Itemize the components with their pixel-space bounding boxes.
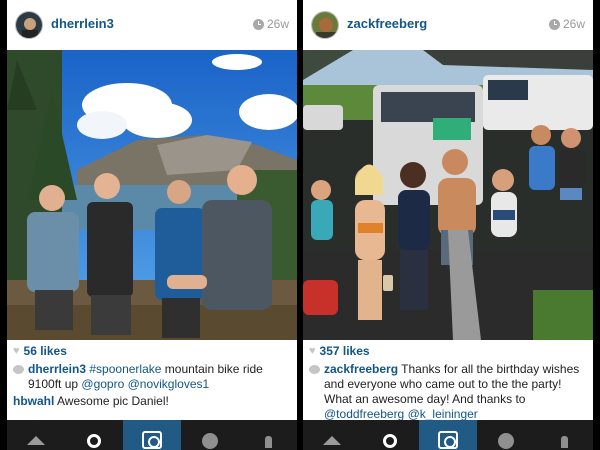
comment-text: Awesome pic Daniel!	[54, 394, 169, 408]
post-username[interactable]: dherrlein3	[51, 16, 114, 31]
caption-row: dherrlein3 #spoonerlake mountain bike ri…	[13, 362, 291, 392]
post-timestamp: 26w	[548, 17, 585, 31]
caption-mention[interactable]: @toddfreeberg	[324, 407, 404, 421]
caption-text: zackfreeberg Thanks for all the birthday…	[324, 362, 587, 422]
post-header: zackfreeberg 26w	[303, 0, 593, 50]
tab-search[interactable]	[361, 420, 419, 450]
bottom-tab-bar	[303, 420, 593, 450]
likes-row[interactable]: ♥ 56 likes	[13, 344, 291, 359]
home-icon	[27, 435, 45, 445]
post-header: dherrlein3 26w	[7, 0, 297, 50]
likes-count: 357 likes	[319, 344, 370, 358]
post-photo[interactable]	[303, 50, 593, 340]
camera-icon	[438, 431, 458, 449]
tab-profile[interactable]	[535, 420, 593, 450]
profile-icon	[264, 436, 272, 448]
activity-icon	[202, 433, 218, 449]
tab-camera[interactable]	[419, 420, 477, 450]
caption-row: zackfreeberg Thanks for all the birthday…	[309, 362, 587, 422]
post-time: 26w	[562, 17, 585, 31]
comment-bubble-icon	[13, 365, 24, 374]
comment: hbwahl Awesome pic Daniel!	[13, 394, 291, 409]
caption-hashtag[interactable]: #spoonerlake	[89, 362, 161, 376]
caption-text: dherrlein3 #spoonerlake mountain bike ri…	[28, 362, 291, 392]
caption-author[interactable]: zackfreeberg	[324, 362, 398, 376]
heart-icon: ♥	[309, 345, 316, 357]
tab-profile[interactable]	[239, 420, 297, 450]
likes-count: 56 likes	[23, 344, 67, 358]
post-username[interactable]: zackfreeberg	[347, 16, 427, 31]
post-timestamp: 26w	[252, 17, 289, 31]
home-icon	[323, 435, 341, 445]
post-photo[interactable]	[7, 50, 297, 340]
clock-icon	[252, 18, 264, 30]
activity-icon	[498, 433, 514, 449]
search-icon	[87, 434, 101, 448]
tab-activity[interactable]	[477, 420, 535, 450]
caption-mention[interactable]: @gopro	[81, 377, 124, 391]
post-caption-area: ♥ 56 likes dherrlein3 #spoonerlake mount…	[7, 340, 297, 420]
caption-mention[interactable]: @novikgloves1	[128, 377, 210, 391]
avatar[interactable]	[311, 11, 339, 39]
tab-search[interactable]	[65, 420, 123, 450]
camera-icon	[142, 431, 162, 449]
tab-home[interactable]	[303, 420, 361, 450]
clock-icon	[548, 18, 560, 30]
search-icon	[383, 434, 397, 448]
post-caption-area: ♥ 357 likes zackfreeberg Thanks for all …	[303, 340, 593, 422]
comment-bubble-icon	[309, 365, 320, 374]
post-time: 26w	[266, 17, 289, 31]
caption-mention[interactable]: @k_leininger	[408, 407, 478, 421]
post-screen-right: zackfreeberg 26w ♥ 357 likes zackfreeber…	[303, 0, 593, 450]
profile-icon	[560, 436, 568, 448]
comment-author[interactable]: hbwahl	[13, 394, 54, 408]
heart-icon: ♥	[13, 345, 20, 357]
avatar[interactable]	[15, 11, 43, 39]
tab-camera[interactable]	[123, 420, 181, 450]
post-screen-left: dherrlein3 26w ♥ 56 likes dherrlein3 #sp…	[7, 0, 297, 450]
bottom-tab-bar	[7, 420, 297, 450]
tab-home[interactable]	[7, 420, 65, 450]
likes-row[interactable]: ♥ 357 likes	[309, 344, 587, 359]
caption-author[interactable]: dherrlein3	[28, 362, 86, 376]
tab-activity[interactable]	[181, 420, 239, 450]
